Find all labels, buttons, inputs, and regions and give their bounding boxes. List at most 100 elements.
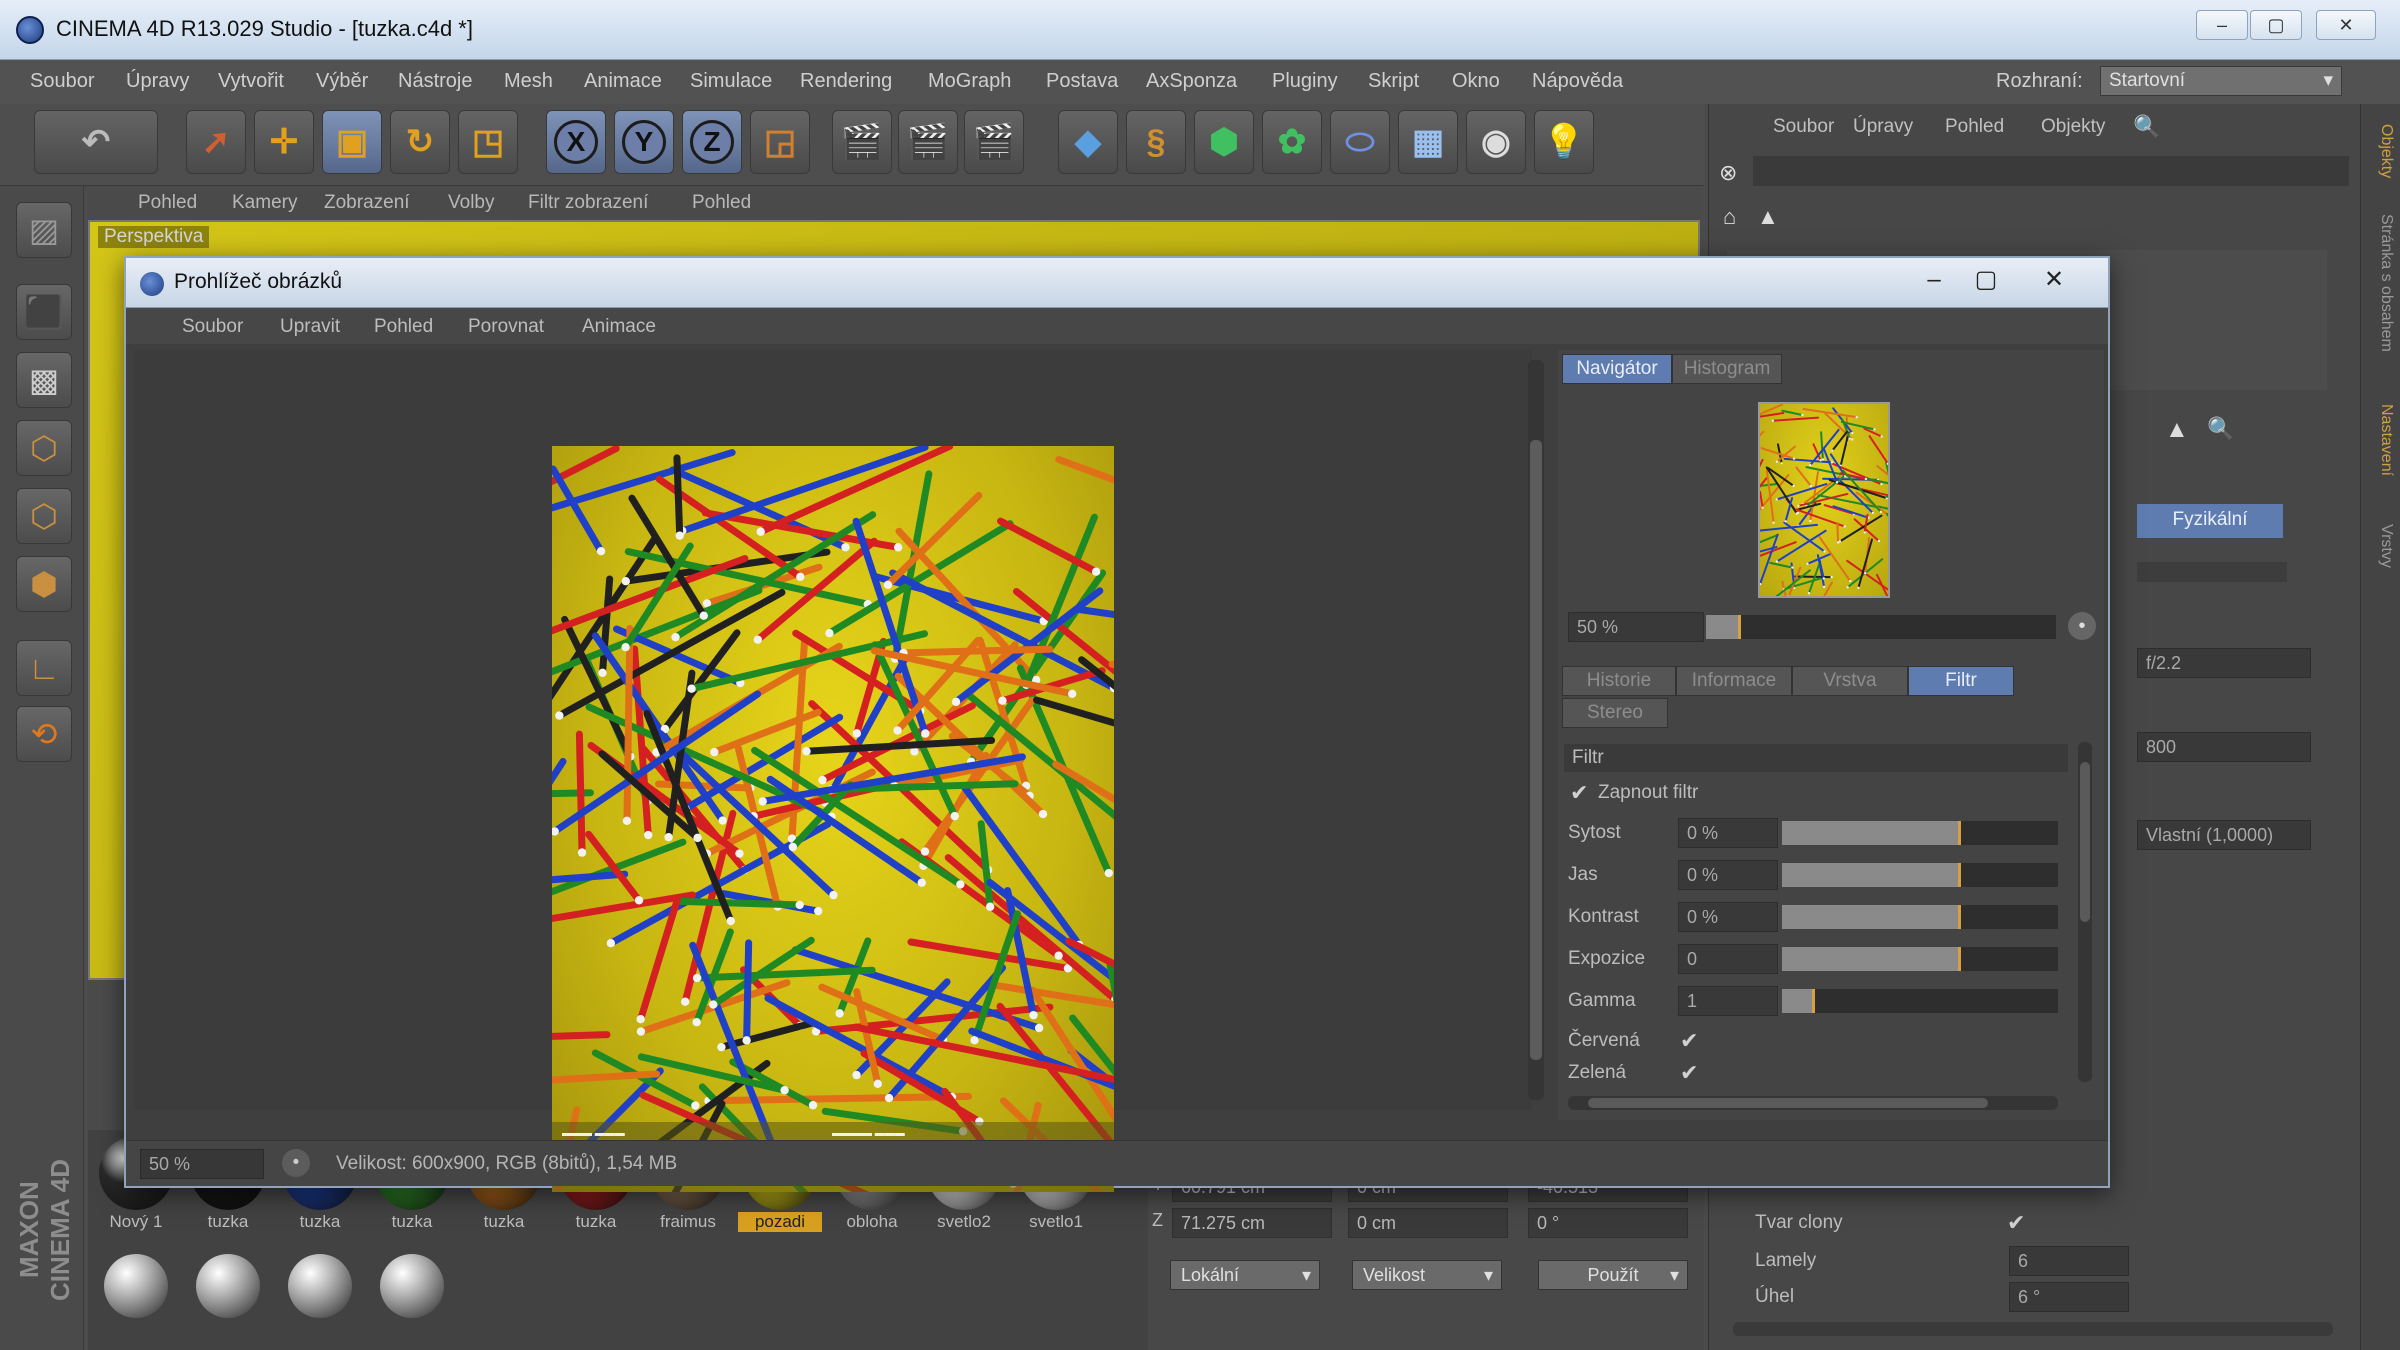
make-editable-icon[interactable]: ▨ <box>16 202 72 258</box>
light-icon[interactable]: 💡 <box>1534 110 1594 174</box>
tab-stereo[interactable]: Stereo <box>1562 698 1668 728</box>
filter-slider[interactable] <box>1782 905 2058 929</box>
attr-hscrollbar[interactable] <box>1733 1322 2333 1336</box>
menu-vytvorit[interactable]: Vytvořit <box>218 70 284 93</box>
pin-icon[interactable]: ▲ <box>1757 204 1779 230</box>
angle-field[interactable]: 6 ° <box>2009 1282 2129 1312</box>
snapping-icon[interactable]: ⟲ <box>16 706 72 762</box>
tab-navigator[interactable]: Navigátor <box>1562 354 1672 384</box>
zoom-reset-icon[interactable]: • <box>2068 612 2096 640</box>
status-zoom-reset-icon[interactable]: • <box>282 1149 310 1177</box>
viewer-maximize-button[interactable]: ▢ <box>1964 264 2008 298</box>
filter-hscrollbar[interactable] <box>1568 1096 2058 1110</box>
scale-tool-icon[interactable]: ▣ <box>322 110 382 174</box>
close-search-icon[interactable]: ⊗ <box>1719 160 1737 186</box>
cube-object-icon[interactable]: ◆ <box>1058 110 1118 174</box>
filter-vscrollbar[interactable] <box>2078 742 2092 1082</box>
fstop-field[interactable]: f/2.2 <box>2137 648 2311 678</box>
viewer-menu-pohled[interactable]: Pohled <box>374 316 433 338</box>
tab-filter[interactable]: Filtr <box>1908 666 2014 696</box>
tab-content-browser[interactable]: Stránka s obsahem <box>2367 214 2395 352</box>
filter-section-header[interactable]: Filtr <box>1564 744 2068 772</box>
filter-value-field[interactable]: 0 % <box>1678 860 1778 890</box>
attr-up-icon[interactable]: ▲ <box>2165 416 2189 444</box>
render-settings-icon[interactable]: 🎬 <box>964 110 1024 174</box>
lock-y-axis-button[interactable]: Y <box>614 110 674 174</box>
layout-select[interactable]: Startovní <box>2100 66 2342 96</box>
model-mode-icon[interactable]: ⬛ <box>16 284 72 340</box>
menu-rendering[interactable]: Rendering <box>800 70 892 93</box>
attr-search-icon[interactable]: 🔍 <box>2207 416 2234 442</box>
viewport-menu-pohled[interactable]: Pohled <box>138 192 197 214</box>
menu-simulace[interactable]: Simulace <box>690 70 772 93</box>
menu-mesh[interactable]: Mesh <box>504 70 553 93</box>
polygons-mode-icon[interactable]: ⬢ <box>16 556 72 612</box>
channel-red-checkbox[interactable]: ✔ <box>1680 1030 1702 1052</box>
tab-histogram[interactable]: Histogram <box>1672 354 1782 384</box>
menu-vyber[interactable]: Výběr <box>316 70 368 93</box>
array-generator-icon[interactable]: ✿ <box>1262 110 1322 174</box>
object-search-field[interactable] <box>1753 156 2349 186</box>
spline-pen-icon[interactable]: § <box>1126 110 1186 174</box>
filter-value-field[interactable]: 1 <box>1678 986 1778 1016</box>
render-canvas-area[interactable]: ▬▬▬ ▬▬▬▬▬▬ ▬▬ ▬▬▬▬ ▬▬▬▬ ▬▬▬▬ ▬▬▬▬▬▬ ▬▬▬ … <box>134 350 1532 1192</box>
enable-filter-checkbox[interactable]: ✔ <box>1570 782 1592 804</box>
maximize-button[interactable]: ▢ <box>2250 10 2302 40</box>
menu-skript[interactable]: Skript <box>1368 70 1419 93</box>
coord-mode-select[interactable]: Lokální <box>1170 1260 1320 1290</box>
move-tool-icon[interactable]: ✛ <box>254 110 314 174</box>
viewer-menu-animace[interactable]: Animace <box>582 316 656 338</box>
apply-button[interactable]: Použít <box>1538 1260 1688 1290</box>
menu-soubor[interactable]: Soubor <box>30 70 95 93</box>
menu-okno[interactable]: Okno <box>1452 70 1500 93</box>
viewer-menu-soubor[interactable]: Soubor <box>182 316 243 338</box>
coord-pos-z-field[interactable]: 71.275 cm <box>1172 1208 1332 1238</box>
render-view-icon[interactable]: 🎬 <box>832 110 892 174</box>
objmgr-menu-pohled[interactable]: Pohled <box>1945 116 2004 138</box>
menu-nastroje[interactable]: Nástroje <box>398 70 472 93</box>
tab-objects[interactable]: Objekty <box>2367 124 2395 178</box>
objmgr-menu-objekty[interactable]: Objekty <box>2041 116 2105 138</box>
tab-physical[interactable]: Fyzikální <box>2137 504 2283 538</box>
viewport-menu-volby[interactable]: Volby <box>448 192 494 214</box>
menu-upravy[interactable]: Úpravy <box>126 70 189 93</box>
axis-mode-icon[interactable]: ∟ <box>16 640 72 696</box>
coordinate-system-icon[interactable]: ◲ <box>750 110 810 174</box>
tab-information[interactable]: Informace <box>1676 666 1792 696</box>
close-button[interactable]: ✕ <box>2316 10 2376 40</box>
material-swatch[interactable] <box>94 1254 178 1318</box>
coord-size-z-field[interactable]: 0 cm <box>1348 1208 1508 1238</box>
search-icon[interactable]: 🔍 <box>2133 114 2160 140</box>
tab-attributes[interactable]: Nastavení <box>2367 404 2395 476</box>
filter-slider[interactable] <box>1782 989 2058 1013</box>
material-swatch[interactable] <box>370 1254 454 1318</box>
points-mode-icon[interactable]: ⬡ <box>16 420 72 476</box>
viewport-menu-zobrazeni[interactable]: Zobrazení <box>324 192 410 214</box>
camera-icon[interactable]: ◉ <box>1466 110 1526 174</box>
viewer-minimize-button[interactable]: – <box>1912 264 1956 298</box>
undo-redo-button[interactable]: ↶ <box>34 110 158 174</box>
live-selection-tool-icon[interactable]: ➚ <box>186 110 246 174</box>
filter-value-field[interactable]: 0 <box>1678 944 1778 974</box>
filter-slider[interactable] <box>1782 821 2058 845</box>
subdivision-surface-icon[interactable]: ⬢ <box>1194 110 1254 174</box>
edges-mode-icon[interactable]: ⬡ <box>16 488 72 544</box>
filter-value-field[interactable]: 0 % <box>1678 818 1778 848</box>
objmgr-menu-upravy[interactable]: Úpravy <box>1853 116 1913 138</box>
viewport-menu-pohled-2[interactable]: Pohled <box>692 192 751 214</box>
last-tool-icon[interactable]: ◳ <box>458 110 518 174</box>
coord-scale-select[interactable]: Velikost <box>1352 1260 1502 1290</box>
coord-rot-b-field[interactable]: 0 ° <box>1528 1208 1688 1238</box>
viewer-vscrollbar[interactable] <box>1528 360 1544 1100</box>
lock-x-axis-button[interactable]: X <box>546 110 606 174</box>
filter-value-field[interactable]: 0 % <box>1678 902 1778 932</box>
channel-green-checkbox[interactable]: ✔ <box>1680 1062 1702 1084</box>
navigator-zoom-field[interactable]: 50 % <box>1568 612 1704 642</box>
material-swatch[interactable] <box>186 1254 270 1318</box>
floor-scene-icon[interactable]: ▦ <box>1398 110 1458 174</box>
deformer-icon[interactable]: ⬭ <box>1330 110 1390 174</box>
navigator-thumbnail[interactable] <box>1758 402 1890 598</box>
lock-z-axis-button[interactable]: Z <box>682 110 742 174</box>
viewer-menu-porovnat[interactable]: Porovnat <box>468 316 544 338</box>
shape-checkbox[interactable]: ✔ <box>2007 1212 2029 1234</box>
